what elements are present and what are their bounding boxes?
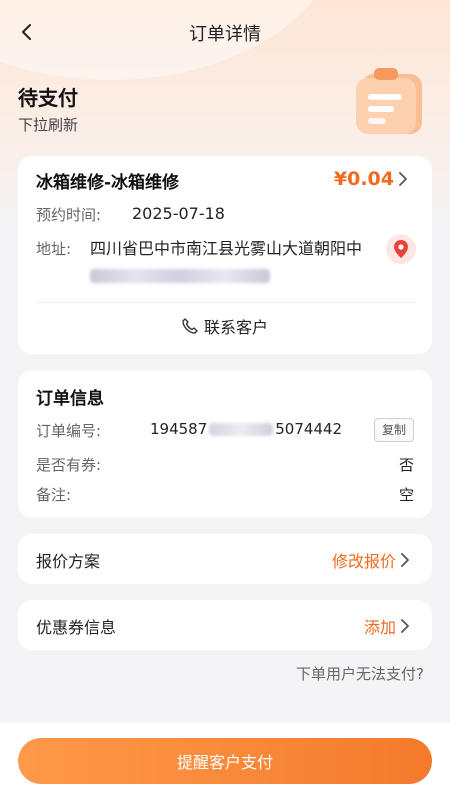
appointment-value: 2025-07-18 bbox=[132, 204, 225, 223]
modify-quote-link[interactable]: 修改报价 bbox=[332, 548, 410, 572]
contact-customer-button[interactable]: 联系客户 bbox=[18, 314, 432, 338]
order-info-title: 订单信息 bbox=[36, 389, 104, 409]
contact-customer-label: 联系客户 bbox=[203, 318, 268, 337]
order-status-title: 待支付 bbox=[18, 86, 78, 110]
service-card: 冰箱维修-冰箱维修 ¥0.04 预约时间: 2025-07-18 地址: 四川省… bbox=[18, 156, 432, 354]
quote-label: 报价方案 bbox=[36, 552, 101, 571]
chevron-right-icon bbox=[401, 553, 409, 567]
order-number-value: 194587 5074442 bbox=[150, 420, 343, 438]
chevron-right-icon bbox=[401, 619, 409, 633]
coupon-status-value: 否 bbox=[398, 456, 414, 474]
address-label: 地址: bbox=[36, 240, 72, 258]
quote-row[interactable]: 报价方案 修改报价 bbox=[18, 534, 432, 584]
remind-payment-button[interactable]: 提醒客户支付 bbox=[18, 738, 432, 784]
nav-bar: 订单详情 bbox=[0, 0, 450, 64]
phone-icon bbox=[182, 318, 198, 334]
add-coupon-link[interactable]: 添加 bbox=[364, 614, 410, 638]
location-button[interactable] bbox=[386, 234, 416, 264]
price-link[interactable]: ¥0.04 bbox=[334, 168, 408, 190]
appointment-label: 预约时间: bbox=[36, 206, 102, 224]
clipboard-icon bbox=[352, 64, 430, 138]
redacted-address bbox=[90, 268, 270, 283]
page-title: 订单详情 bbox=[189, 24, 261, 45]
coupon-info-label: 优惠券信息 bbox=[36, 618, 117, 637]
copy-button[interactable]: 复制 bbox=[373, 418, 414, 442]
divider bbox=[36, 302, 414, 303]
coupon-status-label: 是否有券: bbox=[36, 456, 102, 474]
price-value: ¥0.04 bbox=[333, 168, 394, 190]
pull-refresh-hint: 下拉刷新 bbox=[18, 116, 79, 134]
remark-label: 备注: bbox=[36, 486, 72, 504]
coupon-row[interactable]: 优惠券信息 添加 bbox=[18, 600, 432, 650]
location-pin-icon bbox=[394, 240, 408, 258]
order-info-card: 订单信息 订单编号: 194587 5074442 复制 是否有券: 否 备注: … bbox=[18, 370, 432, 518]
service-title: 冰箱维修-冰箱维修 bbox=[36, 173, 180, 193]
order-number-label: 订单编号: bbox=[36, 422, 102, 440]
remark-value: 空 bbox=[398, 486, 414, 504]
address-value: 四川省巴中市南江县光雾山大道朝阳中 bbox=[90, 236, 386, 288]
bottom-action-bar: 提醒客户支付 bbox=[0, 722, 450, 800]
payment-help-link[interactable]: 下单用户无法支付? bbox=[296, 663, 424, 684]
redacted-order-number bbox=[209, 422, 274, 436]
chevron-right-icon bbox=[399, 172, 407, 186]
